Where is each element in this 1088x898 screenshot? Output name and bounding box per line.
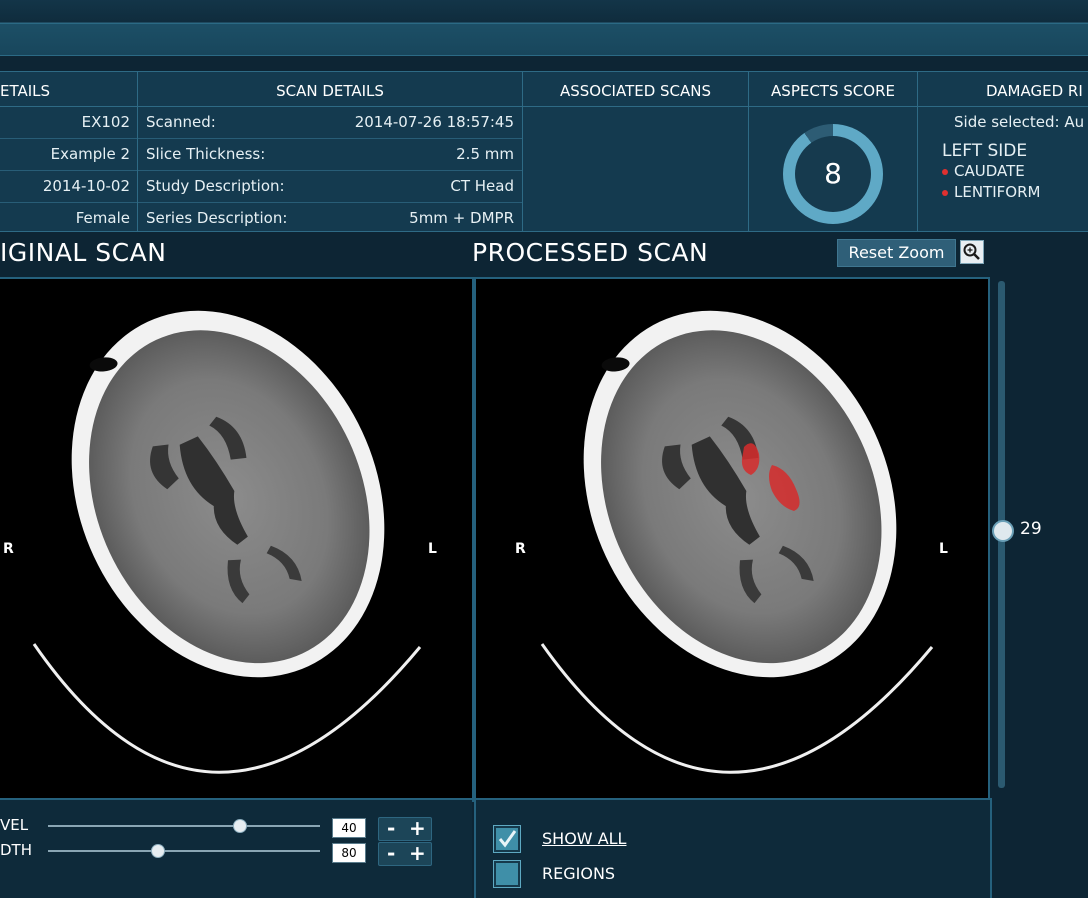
study-info-panel: ETAILS EX102 Example 2 2014-10-02 Female…	[0, 71, 1088, 232]
left-orientation-marker: L	[939, 541, 948, 557]
patient-sex: Female	[75, 209, 130, 227]
toolbar-strip	[0, 23, 1088, 56]
side-title: LEFT SIDE	[942, 141, 1028, 161]
width-value-field[interactable]: 80	[332, 843, 366, 863]
magnifier-icon[interactable]	[960, 240, 984, 264]
window-controls-panel: VEL 40 - + DTH 80 - +	[0, 798, 472, 898]
scan-detail-value: CT Head	[450, 177, 514, 195]
regions-label[interactable]: REGIONS	[542, 864, 615, 883]
scan-detail-key: Study Description:	[146, 177, 285, 195]
processed-scan-viewer[interactable]: R L	[474, 277, 990, 802]
display-options-panel: SHOW ALL REGIONS	[474, 798, 992, 898]
minus-icon[interactable]: -	[387, 841, 395, 865]
scan-detail-value: 2.5 mm	[456, 145, 514, 163]
plus-icon[interactable]: +	[409, 841, 426, 865]
scan-detail-value: 2014-07-26 18:57:45	[354, 113, 514, 131]
regions-checkbox[interactable]	[493, 860, 521, 888]
level-slider-track[interactable]	[48, 825, 320, 827]
red-dot-icon	[942, 189, 948, 196]
show-all-label[interactable]: SHOW ALL	[542, 829, 626, 848]
aspects-score-column: ASPECTS SCORE 8	[749, 72, 918, 231]
left-orientation-marker: L	[428, 541, 437, 557]
damaged-regions-column: DAMAGED RI Side selected: Au LEFT SIDE C…	[918, 72, 1088, 231]
width-slider-track[interactable]	[48, 850, 320, 852]
patient-dob: 2014-10-02	[0, 171, 137, 203]
scan-details-header: SCAN DETAILS	[138, 72, 522, 107]
minus-icon[interactable]: -	[387, 816, 395, 840]
level-value-field[interactable]: 40	[332, 818, 366, 838]
patient-details-header: ETAILS	[0, 72, 137, 107]
right-orientation-marker: R	[515, 541, 526, 557]
damaged-region-item: LENTIFORM	[918, 182, 1088, 203]
width-stepper[interactable]: - +	[378, 841, 432, 866]
scan-detail-row: Slice Thickness: 2.5 mm	[138, 139, 522, 171]
right-orientation-marker: R	[3, 541, 14, 557]
reset-zoom-button[interactable]: Reset Zoom	[837, 239, 956, 267]
original-ct-image	[32, 310, 422, 774]
damaged-region-label: CAUDATE	[954, 162, 1025, 180]
original-scan-title: IGINAL SCAN	[0, 238, 167, 267]
aspects-score-value: 8	[795, 136, 871, 212]
damaged-regions-header: DAMAGED RI	[918, 72, 1088, 107]
aspects-score-header: ASPECTS SCORE	[749, 72, 917, 107]
scan-detail-key: Series Description:	[146, 209, 288, 227]
original-scan-viewer[interactable]: R L	[0, 277, 474, 802]
side-selected: Side selected: Au	[954, 113, 1085, 131]
processed-ct-image	[540, 310, 934, 774]
damaged-region-item: CAUDATE	[918, 161, 1088, 182]
checkmark-icon	[498, 830, 517, 848]
patient-id: EX102	[0, 107, 137, 139]
slice-slider-thumb[interactable]	[992, 520, 1014, 542]
slice-number: 29	[1020, 519, 1042, 539]
damaged-region-label: LENTIFORM	[954, 183, 1041, 201]
width-label: DTH	[0, 841, 32, 859]
show-all-checkbox[interactable]	[493, 825, 521, 853]
scan-details-column: SCAN DETAILS Scanned: 2014-07-26 18:57:4…	[138, 72, 523, 231]
level-stepper[interactable]: - +	[378, 816, 432, 841]
patient-details-column: ETAILS EX102 Example 2 2014-10-02 Female	[0, 72, 138, 231]
scan-detail-value: 5mm + DMPR	[409, 209, 514, 227]
scan-detail-row: Scanned: 2014-07-26 18:57:45	[138, 107, 522, 139]
level-slider-thumb[interactable]	[233, 819, 247, 833]
red-dot-icon	[942, 168, 948, 175]
patient-name: Example 2	[0, 139, 137, 171]
aspects-score-gauge: 8	[783, 124, 883, 224]
scan-detail-row: Study Description: CT Head	[138, 171, 522, 203]
associated-scans-column: ASSOCIATED SCANS	[523, 72, 749, 231]
scan-detail-key: Slice Thickness:	[146, 145, 266, 163]
associated-scans-header: ASSOCIATED SCANS	[523, 72, 748, 107]
width-slider-thumb[interactable]	[151, 844, 165, 858]
processed-scan-title: PROCESSED SCAN	[472, 238, 709, 267]
scan-detail-row: Series Description: 5mm + DMPR	[138, 203, 522, 234]
top-bar	[0, 0, 1088, 23]
scan-detail-key: Scanned:	[146, 113, 216, 131]
plus-icon[interactable]: +	[409, 816, 426, 840]
level-label: VEL	[0, 816, 29, 834]
